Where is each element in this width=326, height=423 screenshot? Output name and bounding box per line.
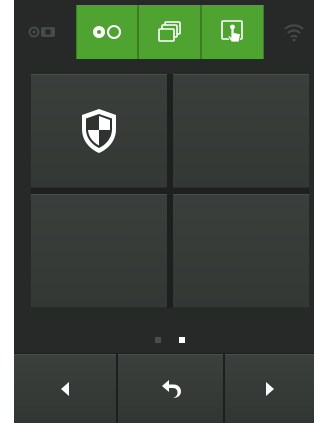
device-screen bbox=[14, 0, 314, 423]
touch-screen-icon bbox=[220, 20, 243, 43]
top-toolbar bbox=[14, 5, 314, 59]
page-dot-2[interactable] bbox=[179, 337, 185, 343]
page-indicator bbox=[14, 337, 314, 345]
previous-button[interactable] bbox=[14, 354, 116, 423]
tile-empty-2[interactable] bbox=[173, 74, 309, 188]
wifi-icon bbox=[284, 24, 304, 42]
wifi-tab[interactable] bbox=[276, 5, 312, 59]
stacked-windows-icon bbox=[157, 21, 181, 42]
next-button[interactable] bbox=[225, 354, 314, 423]
security-shield-icon bbox=[82, 109, 116, 153]
camera-tab[interactable] bbox=[24, 5, 64, 59]
tile-grid bbox=[31, 74, 309, 308]
page-dot-1[interactable] bbox=[155, 337, 161, 343]
touch-tab[interactable] bbox=[201, 5, 264, 59]
back-button[interactable] bbox=[118, 354, 223, 423]
bottom-nav bbox=[14, 353, 314, 423]
back-return-icon bbox=[161, 379, 181, 398]
camera-icon bbox=[28, 26, 55, 38]
arrow-left-icon bbox=[61, 381, 69, 396]
cassette-tab[interactable] bbox=[76, 5, 138, 59]
windows-tab[interactable] bbox=[138, 5, 201, 59]
arrow-right-icon bbox=[265, 381, 274, 396]
tile-empty-4[interactable] bbox=[173, 194, 309, 308]
tile-empty-3[interactable] bbox=[31, 194, 167, 308]
cassette-icon bbox=[93, 25, 121, 39]
tile-security[interactable] bbox=[31, 74, 167, 188]
